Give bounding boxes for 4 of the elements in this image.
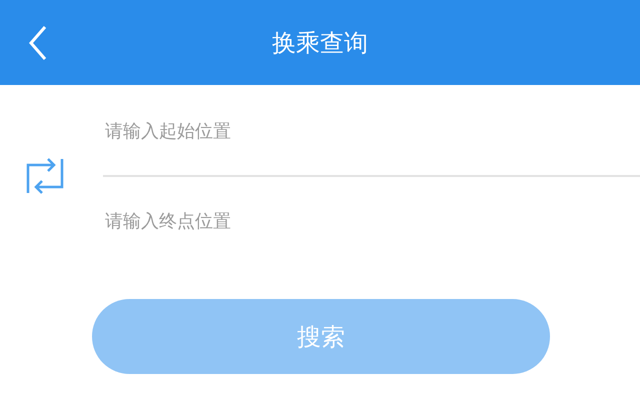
location-field[interactable]: 请输入起始位置 [103,87,640,175]
location-field[interactable]: 请输入终点位置 [103,177,640,265]
back-icon[interactable] [28,25,48,61]
page-title: 换乘查询 [272,28,368,58]
